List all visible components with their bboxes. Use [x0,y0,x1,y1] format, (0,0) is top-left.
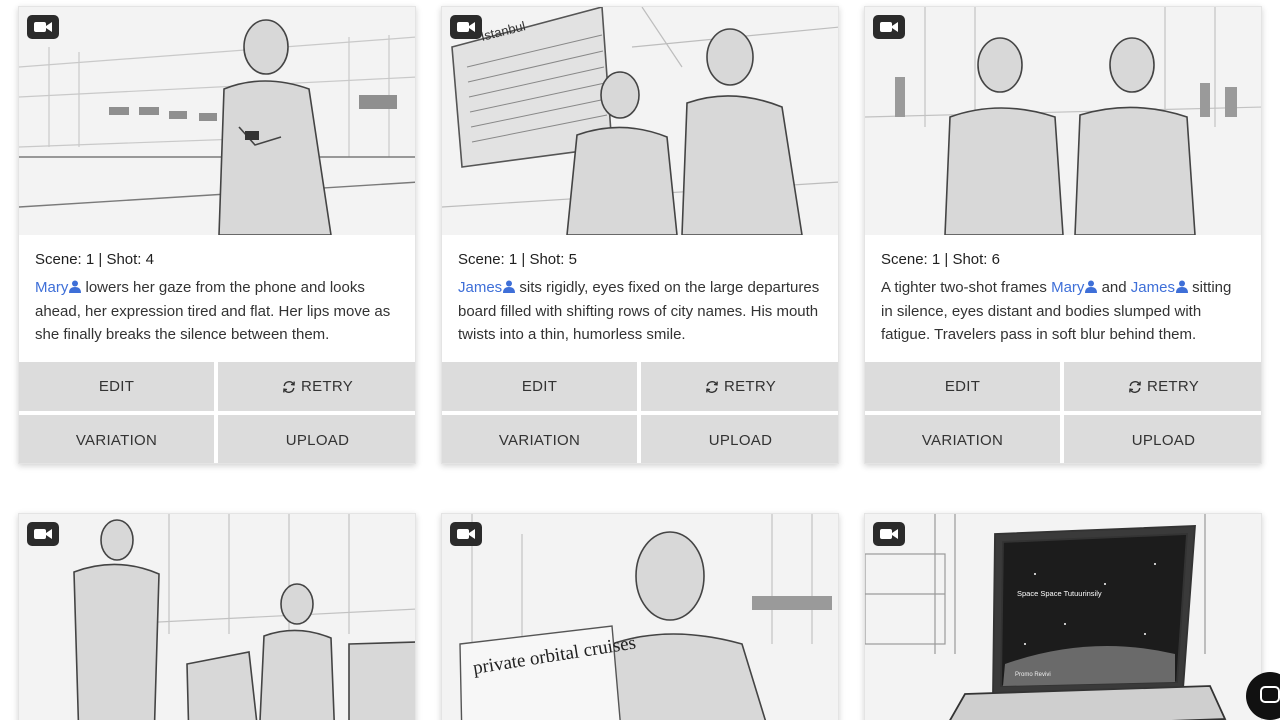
shot-card: Scene: 1 | Shot: 6 A tighter two-shot fr… [864,6,1262,464]
refresh-icon [706,380,718,393]
edit-button[interactable]: EDIT [865,362,1060,411]
shot-actions: EDIT RETRY VARIATION UPLOAD [865,362,1261,463]
video-camera-icon [27,522,59,546]
shot-thumbnail[interactable]: private orbital cruises [442,514,838,720]
shot-card: private orbital cruises [441,513,839,720]
screen-title: Space Space Tutuurinsily [1017,589,1102,598]
variation-button[interactable]: VARIATION [442,415,637,463]
shot-card: Space Space Tutuurinsily Promo Revivi [864,513,1262,720]
upload-button[interactable]: UPLOAD [641,415,838,463]
character-link[interactable]: James [458,279,516,296]
edit-button[interactable]: EDIT [442,362,637,411]
variation-button[interactable]: VARIATION [865,415,1060,463]
video-camera-icon [27,15,59,39]
shot-thumbnail[interactable] [19,514,415,720]
character-link[interactable]: James [1131,279,1188,296]
person-icon [69,280,82,293]
person-icon [1085,280,1098,293]
shot-thumbnail[interactable] [865,7,1261,235]
shot-card: Scene: 1 | Shot: 4 Mary lowers her gaze … [18,6,416,464]
shot-description: A tighter two-shot frames Mary and James… [881,279,1232,343]
retry-button[interactable]: RETRY [1064,362,1261,411]
shot-description: Mary lowers her gaze from the phone and … [35,279,391,343]
scene-shot-label: Scene: 1 | Shot: 5 [458,251,577,268]
person-icon [1175,280,1188,293]
refresh-icon [1129,380,1141,393]
video-camera-icon [450,522,482,546]
shot-description: James sits rigidly, eyes fixed on the la… [458,279,820,343]
refresh-icon [283,380,295,393]
shot-card: Istanbul Scene: 1 | Shot: 5 James sits r… [441,6,839,464]
shot-thumbnail[interactable]: Istanbul [442,7,838,235]
scene-shot-label: Scene: 1 | Shot: 4 [35,251,154,268]
shot-thumbnail[interactable]: Space Space Tutuurinsily Promo Revivi [865,514,1261,720]
shot-actions: EDIT RETRY VARIATION UPLOAD [442,362,838,463]
upload-button[interactable]: UPLOAD [218,415,415,463]
video-camera-icon [873,522,905,546]
person-icon [503,280,516,293]
retry-button[interactable]: RETRY [641,362,838,411]
character-link[interactable]: Mary [35,279,82,296]
variation-button[interactable]: VARIATION [19,415,214,463]
scene-shot-label: Scene: 1 | Shot: 6 [881,251,1000,268]
edit-button[interactable]: EDIT [19,362,214,411]
character-link[interactable]: Mary [1051,279,1098,296]
shot-thumbnail[interactable] [19,7,415,235]
screen-caption: Promo Revivi [1015,672,1051,678]
shot-card [18,513,416,720]
shot-actions: EDIT RETRY VARIATION UPLOAD [19,362,415,463]
upload-button[interactable]: UPLOAD [1064,415,1261,463]
chat-icon [1260,686,1280,703]
video-camera-icon [873,15,905,39]
video-camera-icon [450,15,482,39]
retry-button[interactable]: RETRY [218,362,415,411]
